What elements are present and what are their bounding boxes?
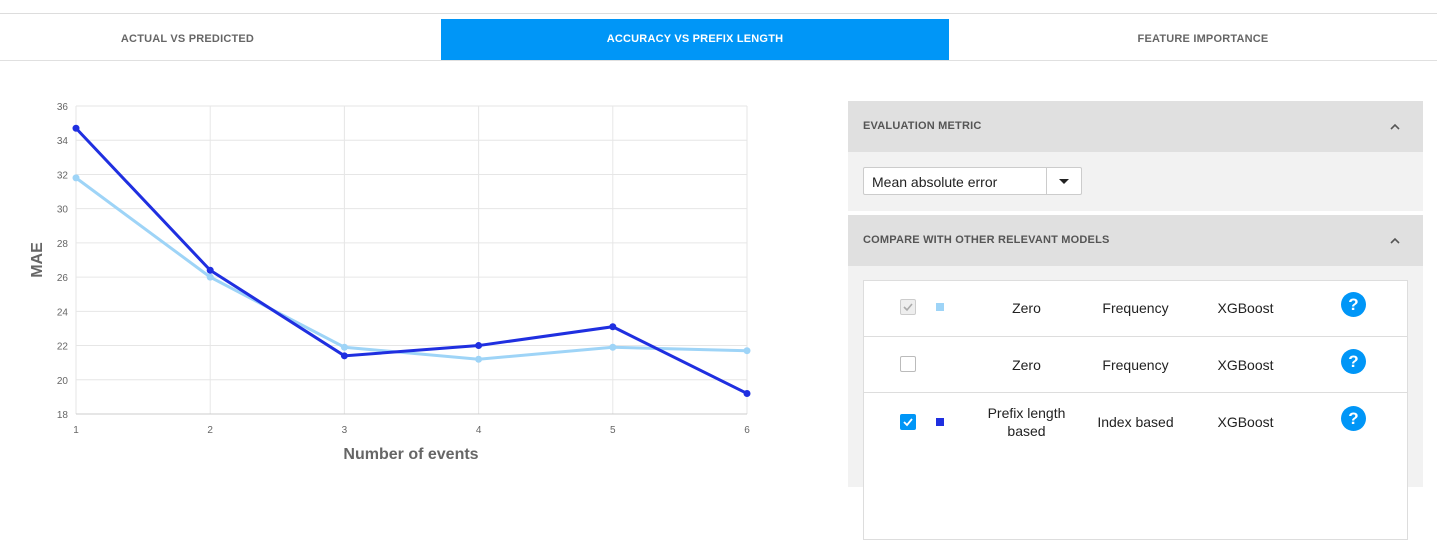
x-tick-label: 6 bbox=[744, 425, 750, 436]
y-tick-label: 24 bbox=[57, 307, 69, 318]
model-row: Zero Frequency XGBoost ? bbox=[864, 337, 1407, 393]
y-tick-label: 18 bbox=[57, 410, 69, 421]
chart-grid bbox=[75, 105, 748, 415]
data-point bbox=[609, 343, 617, 351]
series-swatch bbox=[936, 303, 944, 311]
x-tick-label: 5 bbox=[610, 425, 616, 436]
model-cell: XGBoost bbox=[1217, 414, 1274, 430]
x-tick-label: 3 bbox=[342, 425, 348, 436]
help-icon[interactable]: ? bbox=[1341, 406, 1366, 431]
data-point bbox=[206, 273, 214, 281]
x-tick-label: 2 bbox=[207, 425, 213, 436]
evaluation-metric-value: Mean absolute error bbox=[872, 174, 998, 190]
models-table: Zero Frequency XGBoost ? Zero Frequency … bbox=[863, 280, 1408, 540]
compare-models-header[interactable]: COMPARE WITH OTHER RELEVANT MODELS bbox=[848, 215, 1423, 266]
encoding-cell: Frequency bbox=[1102, 300, 1169, 316]
compare-models-title: COMPARE WITH OTHER RELEVANT MODELS bbox=[863, 234, 1110, 246]
tab-bar: ACTUAL VS PREDICTED ACCURACY VS PREFIX L… bbox=[0, 19, 1437, 61]
chart-series bbox=[72, 124, 751, 397]
data-point bbox=[609, 323, 617, 331]
x-axis-label: Number of events bbox=[343, 446, 478, 463]
data-point bbox=[743, 389, 751, 397]
model-row: Zero Frequency XGBoost ? bbox=[864, 281, 1407, 337]
tab-actual-vs-predicted[interactable]: ACTUAL VS PREDICTED bbox=[0, 19, 375, 60]
data-point bbox=[72, 124, 80, 132]
data-point bbox=[475, 355, 483, 363]
tab-accuracy-vs-prefix-length[interactable]: ACCURACY VS PREFIX LENGTH bbox=[441, 19, 949, 60]
model-checkbox[interactable] bbox=[900, 414, 916, 430]
model-cell: XGBoost bbox=[1217, 300, 1274, 316]
help-icon[interactable]: ? bbox=[1341, 349, 1366, 374]
data-point bbox=[340, 343, 348, 351]
y-tick-label: 28 bbox=[57, 239, 69, 250]
y-tick-label: 20 bbox=[57, 376, 69, 387]
data-point bbox=[206, 266, 214, 274]
encoding-cell: Index based bbox=[1097, 414, 1174, 430]
prefix-cell: Prefix length based bbox=[987, 405, 1066, 439]
accuracy-line-chart: 182022242628303234361 2 3 4 5 6 Number of eve… bbox=[29, 102, 751, 463]
model-row: Prefix length based Index based XGBoost … bbox=[864, 393, 1407, 453]
evaluation-metric-select[interactable]: Mean absolute error bbox=[863, 167, 1082, 195]
encoding-cell: Frequency bbox=[1102, 357, 1169, 373]
y-axis-label: MAE bbox=[29, 242, 46, 278]
y-tick-label: 26 bbox=[57, 273, 69, 284]
y-tick-label: 36 bbox=[57, 102, 69, 113]
series-swatch bbox=[936, 418, 944, 426]
tab-feature-importance[interactable]: FEATURE IMPORTANCE bbox=[949, 19, 1437, 60]
model-checkbox[interactable] bbox=[900, 299, 916, 315]
y-tick-label: 30 bbox=[57, 205, 69, 216]
chart-tick-labels: 182022242628303234361 2 3 4 5 6 bbox=[57, 102, 750, 436]
data-point bbox=[743, 347, 751, 355]
model-cell: XGBoost bbox=[1217, 357, 1274, 373]
chevron-up-icon[interactable] bbox=[1389, 236, 1401, 246]
y-tick-label: 34 bbox=[57, 136, 69, 147]
prefix-cell: Zero bbox=[1012, 357, 1041, 373]
caret-down-icon bbox=[1059, 179, 1069, 184]
prefix-cell: Zero bbox=[1012, 300, 1041, 316]
x-tick-label: 4 bbox=[476, 425, 482, 436]
y-tick-label: 22 bbox=[57, 342, 69, 353]
x-tick-label: 1 bbox=[73, 425, 79, 436]
data-point bbox=[340, 352, 348, 360]
model-checkbox[interactable] bbox=[900, 356, 916, 372]
evaluation-metric-header[interactable]: EVALUATION METRIC bbox=[848, 101, 1423, 152]
compare-models-panel: COMPARE WITH OTHER RELEVANT MODELS Zero … bbox=[848, 215, 1423, 540]
data-point bbox=[72, 174, 80, 182]
top-divider bbox=[0, 13, 1437, 14]
y-tick-label: 32 bbox=[57, 170, 69, 181]
series-line-1 bbox=[75, 176, 748, 361]
chevron-up-icon[interactable] bbox=[1389, 122, 1401, 132]
evaluation-metric-panel: EVALUATION METRIC Mean absolute error bbox=[848, 101, 1423, 211]
dropdown-toggle[interactable] bbox=[1046, 168, 1081, 194]
data-point bbox=[475, 342, 483, 350]
evaluation-metric-title: EVALUATION METRIC bbox=[863, 120, 982, 132]
help-icon[interactable]: ? bbox=[1341, 292, 1366, 317]
